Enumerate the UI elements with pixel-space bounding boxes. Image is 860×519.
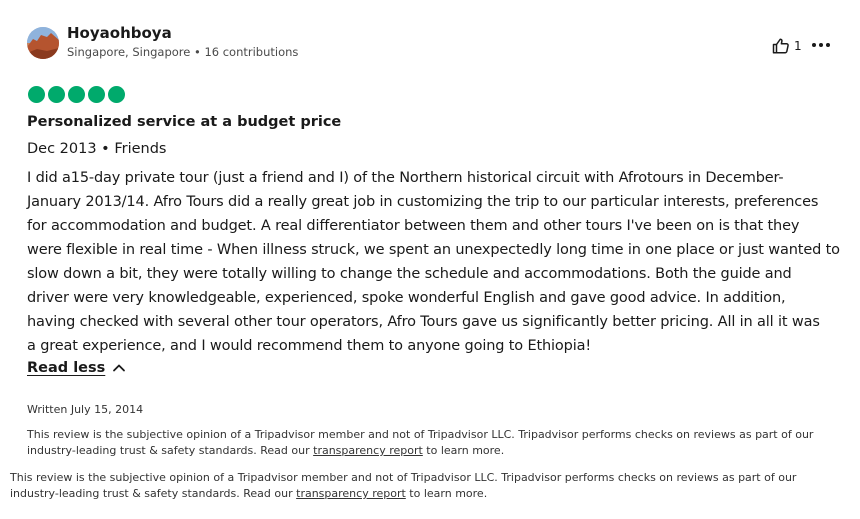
username[interactable]: Hoyaohboya: [67, 24, 172, 42]
review-line: I did a15-day private tour (just a frien…: [27, 170, 784, 186]
avatar[interactable]: [27, 27, 59, 59]
written-date: Written July 15, 2014: [27, 403, 144, 416]
rating-bubbles: [28, 86, 125, 103]
more-options-icon[interactable]: [812, 37, 830, 47]
disclaimer-line-2-end: to learn more.: [422, 444, 505, 457]
review-line: slow down a bit, they were totally willi…: [27, 266, 792, 282]
review-line: were flexible in real time - When illnes…: [27, 242, 840, 258]
read-less-button[interactable]: Read less: [27, 360, 126, 376]
rating-bubble: [108, 86, 125, 103]
rating-bubble: [48, 86, 65, 103]
avatar-landscape-icon: [27, 27, 59, 59]
helpful-count: 1: [794, 39, 802, 53]
review-disclaimer-repeat: This review is the subjective opinion of…: [10, 470, 820, 502]
review-line: January 2013/14. Afro Tours did a really…: [27, 194, 819, 210]
disclaimer-line-2: industry-leading trust & safety standard…: [27, 444, 314, 457]
review-date-trip-type: Dec 2013 • Friends: [27, 141, 167, 157]
disclaimer-line-1: This review is the subjective opinion of…: [27, 428, 814, 441]
review-line: having checked with several other tour o…: [27, 314, 820, 330]
review-line: driver were very knowledgeable, experien…: [27, 290, 786, 306]
rating-bubble: [68, 86, 85, 103]
review-title[interactable]: Personalized service at a budget price: [27, 114, 341, 130]
thumbs-up-icon: [772, 38, 789, 54]
read-less-label: Read less: [27, 360, 106, 376]
disclaimer-line-2-end: to learn more.: [405, 487, 488, 500]
transparency-report-link[interactable]: transparency report: [313, 444, 423, 457]
rating-bubble: [28, 86, 45, 103]
rating-bubble: [88, 86, 105, 103]
review-line: for accommodation and budget. A real dif…: [27, 218, 800, 234]
review-body: I did a15-day private tour (just a frien…: [27, 166, 843, 358]
review-line: a great experience, and I would recommen…: [27, 338, 591, 354]
review-disclaimer: This review is the subjective opinion of…: [27, 427, 827, 459]
helpful-vote-button[interactable]: 1: [772, 37, 802, 55]
disclaimer-line-1: This review is the subjective opinion of…: [10, 471, 797, 484]
transparency-report-link[interactable]: transparency report: [296, 487, 406, 500]
disclaimer-line-2: industry-leading trust & safety standard…: [10, 487, 297, 500]
chevron-up-icon: [113, 364, 126, 372]
user-location-contributions: Singapore, Singapore • 16 contributions: [67, 45, 299, 59]
